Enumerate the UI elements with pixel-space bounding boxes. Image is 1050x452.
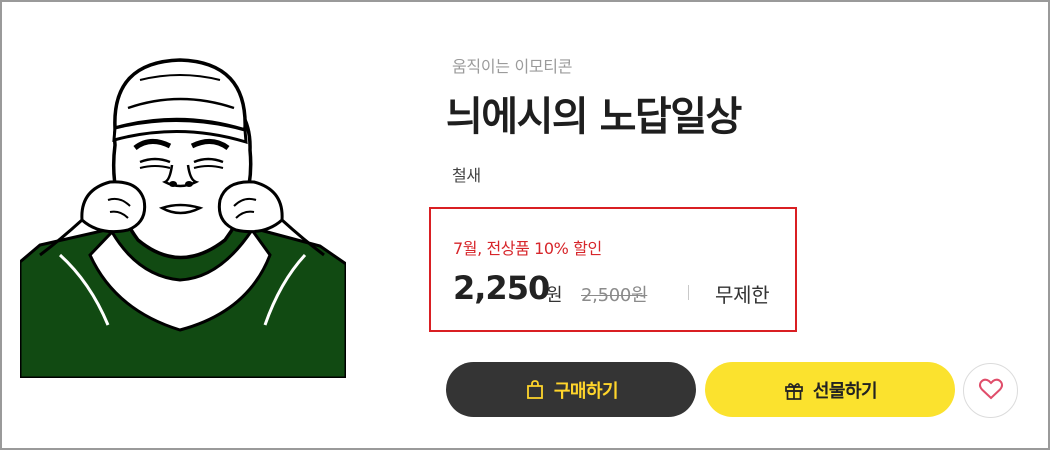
current-price: 2,250 bbox=[453, 269, 550, 307]
gift-button[interactable]: 선물하기 bbox=[705, 362, 955, 417]
divider bbox=[688, 285, 689, 300]
price-unit: 원 bbox=[546, 285, 563, 306]
product-detail-card: 움직이는 이모티콘 늬에시의 노답일상 철새 7월, 전상품 10% 할인 2,… bbox=[0, 0, 1050, 450]
product-title: 늬에시의 노답일상 bbox=[446, 94, 742, 140]
product-info: 움직이는 이모티콘 늬에시의 노답일상 철새 7월, 전상품 10% 할인 2,… bbox=[429, 2, 1036, 452]
price-row: 2,250 원 2,500원 무제한 bbox=[453, 269, 793, 309]
like-button[interactable] bbox=[963, 363, 1018, 418]
gift-icon bbox=[783, 379, 805, 401]
usage-period: 무제한 bbox=[715, 283, 770, 307]
product-author[interactable]: 철새 bbox=[452, 162, 481, 186]
promo-label: 7월, 전상품 10% 할인 bbox=[453, 239, 602, 258]
product-category: 움직이는 이모티콘 bbox=[452, 57, 573, 76]
shopping-bag-icon bbox=[524, 379, 546, 401]
original-price: 2,500원 bbox=[581, 285, 648, 306]
price-box: 7월, 전상품 10% 할인 2,250 원 2,500원 무제한 bbox=[429, 207, 797, 332]
gift-button-label: 선물하기 bbox=[812, 380, 878, 402]
buy-button[interactable]: 구매하기 bbox=[446, 362, 696, 417]
heart-icon bbox=[978, 377, 1004, 405]
buy-button-label: 구매하기 bbox=[553, 380, 619, 402]
emoticon-thumbnail bbox=[18, 50, 348, 380]
